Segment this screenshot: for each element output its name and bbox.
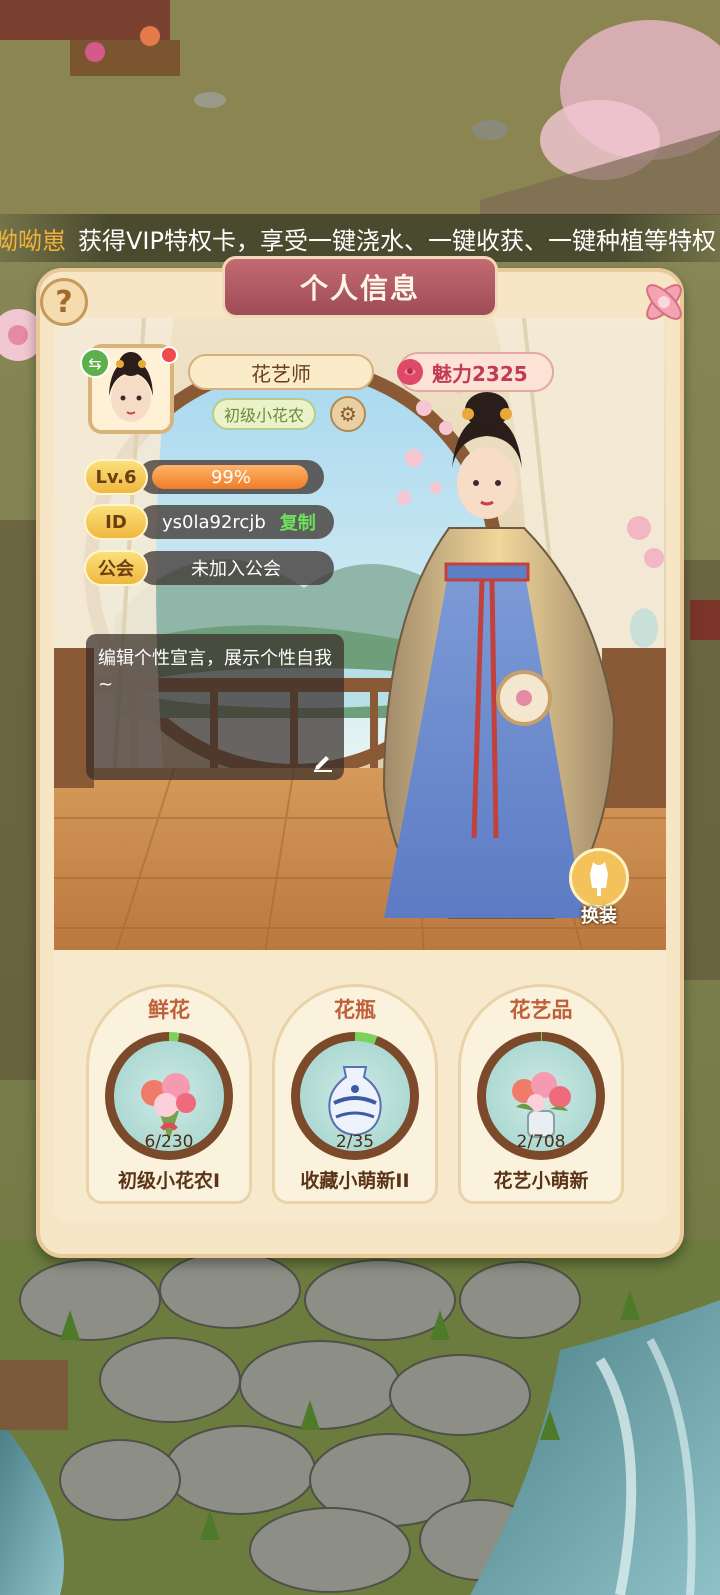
player-name[interactable]: 花艺师: [188, 354, 374, 390]
notification-dot: [160, 346, 178, 364]
announcement-marquee: 呦呦崽 获得VIP特权卡，享受一键浇水、一键收获、一键种植等特权: [0, 214, 720, 262]
collection-card-vases[interactable]: 花瓶 2/35 收藏小萌新II: [272, 966, 438, 1204]
change-outfit-label: 换装: [581, 906, 617, 927]
copy-id-button[interactable]: 复制: [280, 509, 316, 535]
collection-card-flowers[interactable]: 鲜花 6/230 初级小花农I: [86, 966, 252, 1204]
card-rank: 初级小花农I: [117, 1170, 221, 1192]
gear-icon: ⚙: [339, 402, 357, 426]
card-category: 花艺品: [509, 998, 573, 1022]
card-count: 2/708: [516, 1132, 566, 1152]
charm-badge[interactable]: 魅力2325: [397, 352, 554, 392]
level-progress-bar: 99%: [138, 460, 324, 494]
marquee-username: 呦呦崽: [0, 226, 66, 255]
swap-avatar-icon[interactable]: ⇆: [80, 348, 110, 378]
id-row: ID ys0la92rcjb 复制: [84, 503, 334, 541]
close-button[interactable]: [636, 274, 692, 330]
level-row: Lv.6 99%: [84, 458, 324, 496]
card-count: 2/35: [335, 1132, 375, 1152]
close-flower-icon: [646, 284, 682, 320]
id-label: ID: [84, 504, 148, 540]
marquee-message: 获得VIP特权卡，享受一键浇水、一键收获、一键种植等特权: [78, 226, 716, 255]
id-value: ys0la92rcjb: [162, 511, 266, 533]
guild-row: 公会 未加入公会: [84, 549, 334, 587]
question-icon: ?: [55, 284, 73, 320]
panel-title-text: 个人信息: [299, 272, 420, 305]
charm-value: 魅力2325: [432, 361, 528, 386]
card-rank: 花艺小萌新: [493, 1170, 589, 1192]
motto-text: 编辑个性宣言，展示个性自我~: [98, 648, 332, 695]
card-count: 6/230: [144, 1132, 194, 1152]
card-category: 花瓶: [334, 998, 376, 1022]
collection-card-arrangements[interactable]: 花艺品 2/708 花艺小萌新: [458, 966, 624, 1204]
rose-icon: [397, 359, 423, 385]
mannequin-icon: [569, 848, 629, 908]
id-field: ys0la92rcjb 复制: [138, 505, 334, 539]
level-progress-text: 99%: [210, 466, 251, 488]
motto-box[interactable]: 编辑个性宣言，展示个性自我~: [86, 634, 344, 780]
level-label: Lv.6: [84, 459, 148, 495]
guild-value: 未加入公会: [191, 559, 281, 580]
settings-gear-button[interactable]: ⚙: [330, 396, 366, 432]
guild-field[interactable]: 未加入公会: [138, 551, 334, 585]
pencil-edit-icon[interactable]: [312, 750, 334, 772]
card-rank: 收藏小萌新II: [300, 1170, 410, 1192]
guild-label: 公会: [84, 550, 148, 586]
panel-title: 个人信息: [222, 256, 498, 318]
help-button[interactable]: ?: [40, 278, 88, 326]
player-title-tag[interactable]: 初级小花农: [212, 398, 316, 430]
change-outfit-button[interactable]: 换装: [566, 848, 632, 934]
card-category: 鲜花: [148, 998, 190, 1022]
